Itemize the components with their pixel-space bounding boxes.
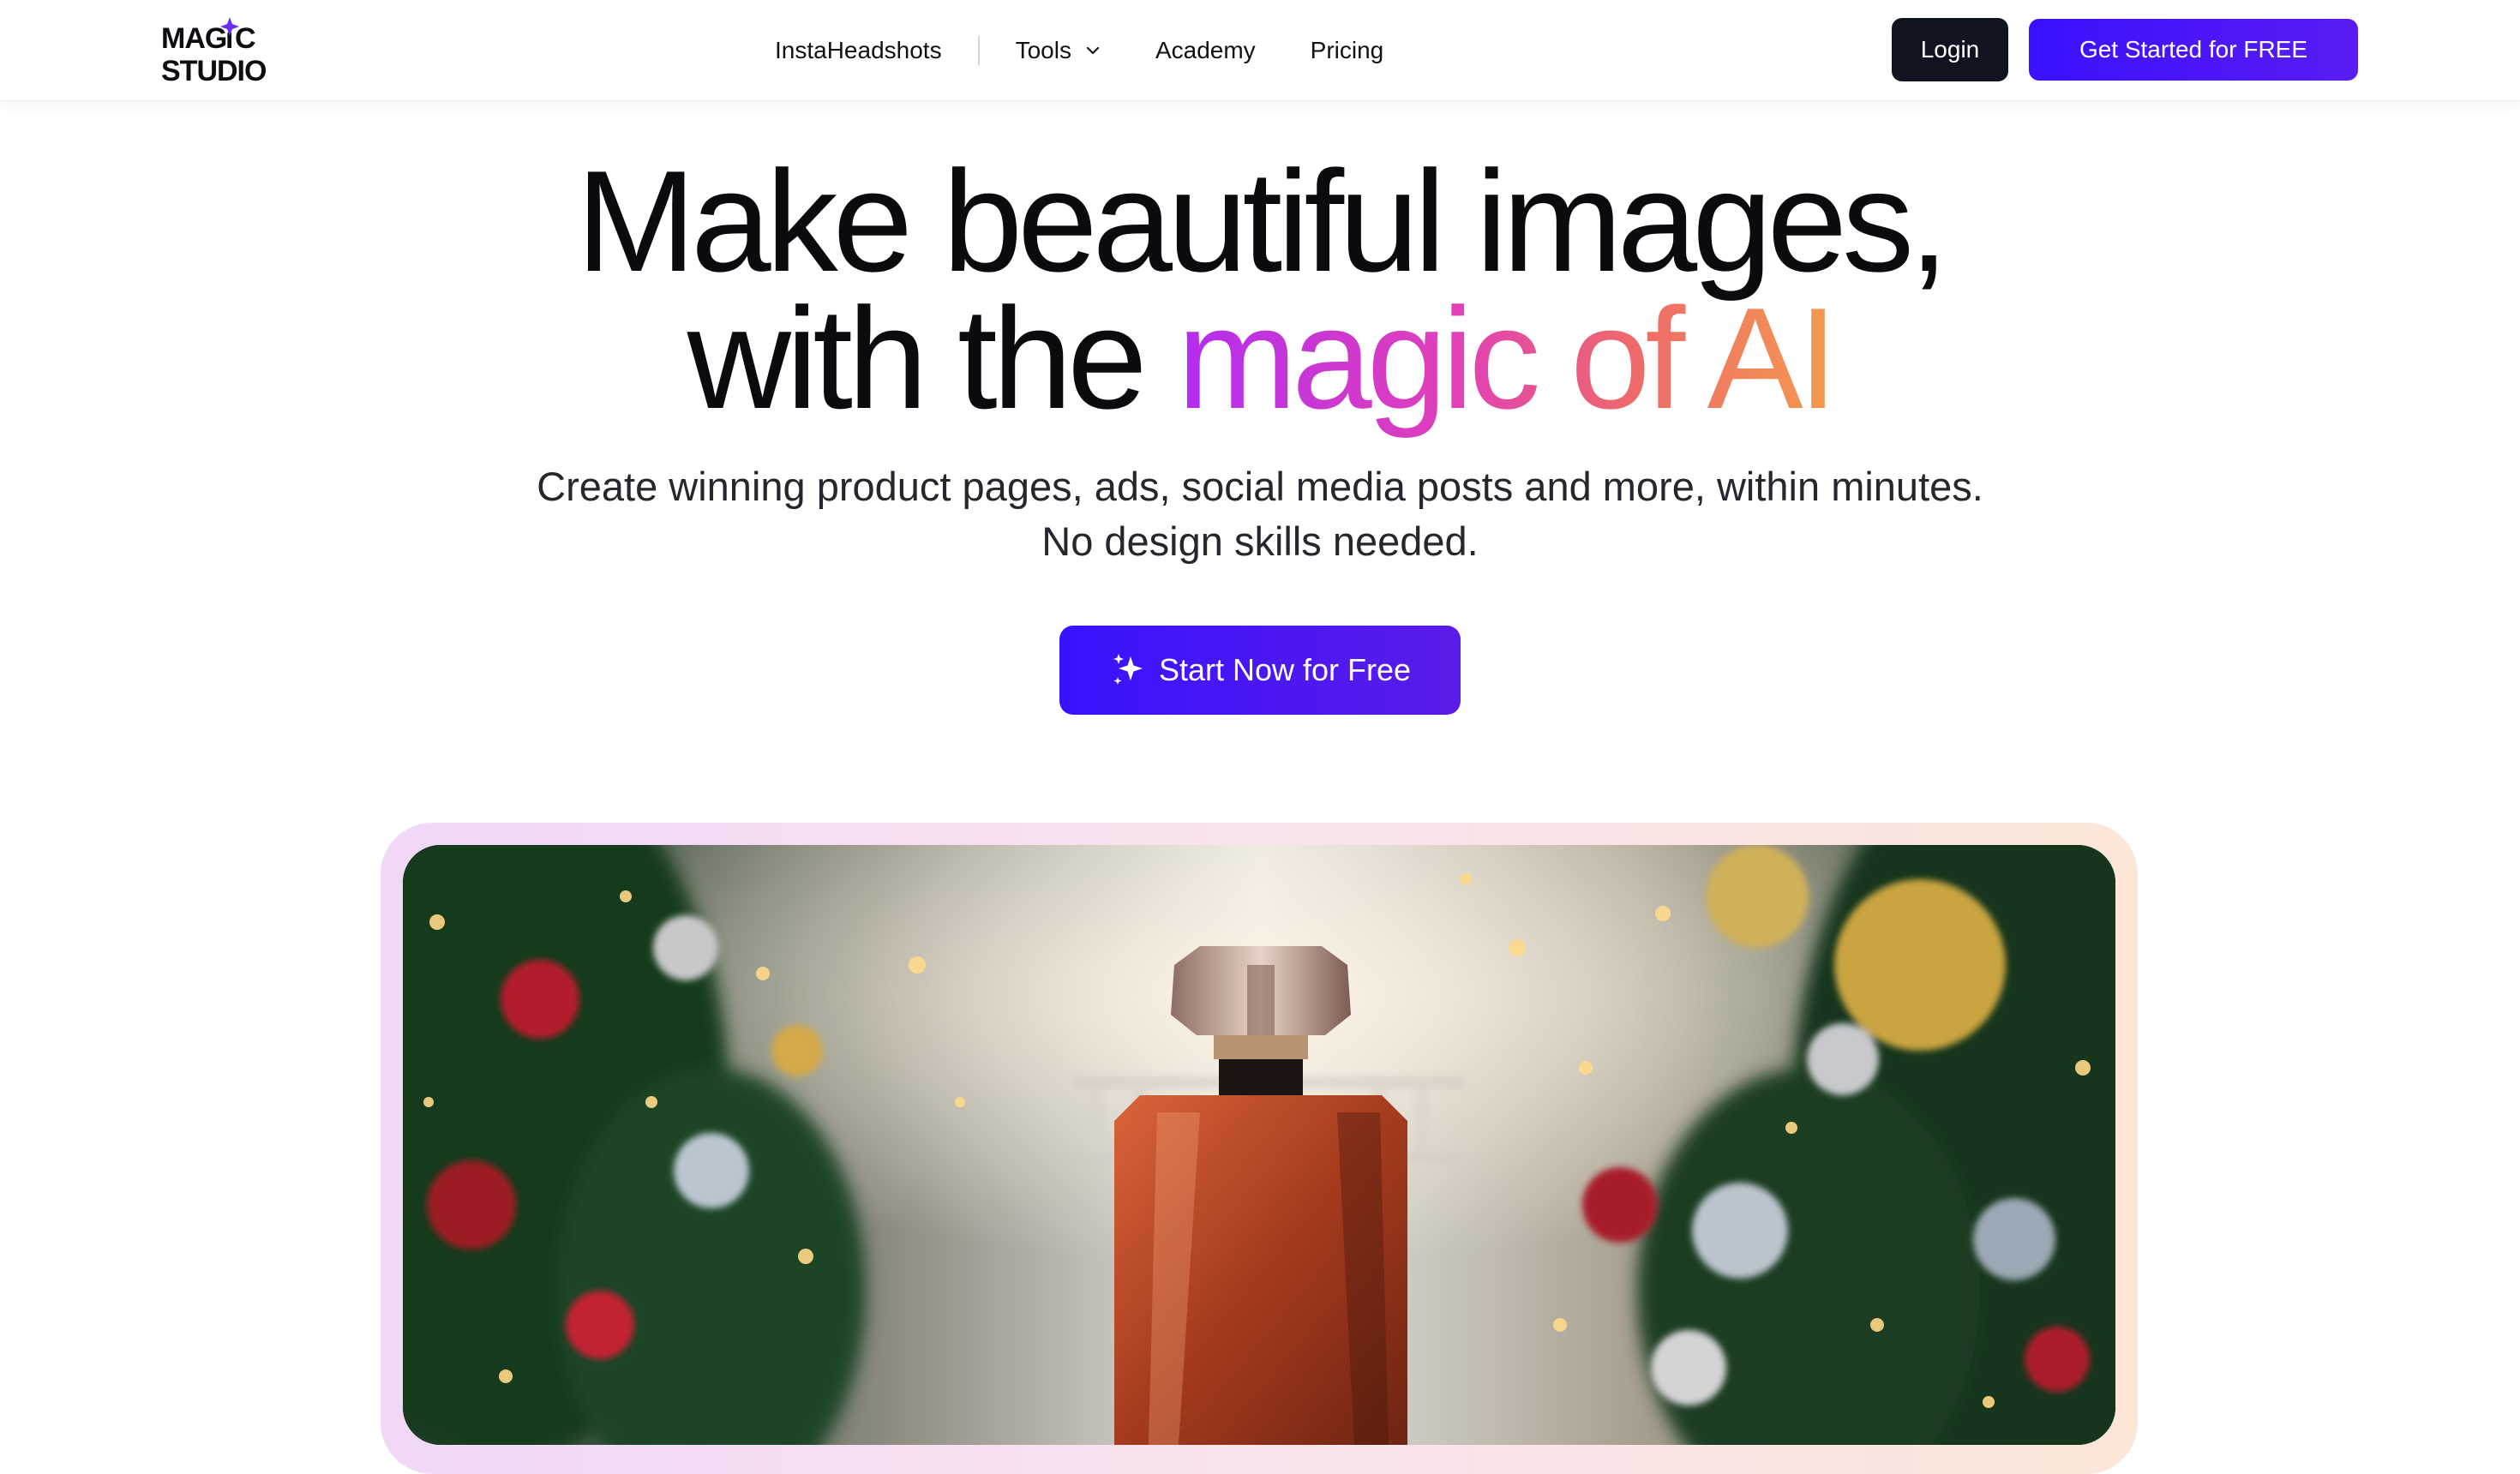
hero-title: Make beautiful images, with the magic of… <box>0 141 2520 430</box>
svg-text:C: C <box>235 22 256 55</box>
hero-subtitle: Create winning product pages, ads, socia… <box>0 459 2520 569</box>
nav-tools-label: Tools <box>1015 37 1071 63</box>
hero-title-highlight: magic of AI <box>1177 278 1838 439</box>
svg-text:MAG: MAG <box>161 22 226 55</box>
hero-title-prefix: with the <box>687 278 1178 439</box>
start-now-label: Start Now for Free <box>1158 652 1412 687</box>
nav-link-pricing[interactable]: Pricing <box>1311 37 1384 64</box>
sparkles-icon <box>1113 654 1143 685</box>
perfume-christmas-scene <box>403 845 2115 1445</box>
top-navbar: MAG i C STUDIO InstaHeadshots Tools Acad… <box>0 0 2520 101</box>
get-started-button[interactable]: Get Started for FREE <box>2029 19 2358 81</box>
nav-link-instaheadshots[interactable]: InstaHeadshots <box>775 37 942 64</box>
start-now-button[interactable]: Start Now for Free <box>1059 626 1461 715</box>
hero-title-line-2: with the magic of AI <box>0 286 2520 430</box>
chevron-down-icon <box>1085 43 1101 58</box>
svg-text:STUDIO: STUDIO <box>161 55 267 86</box>
nav-divider <box>977 36 980 65</box>
hero-subtitle-line-1: Create winning product pages, ads, socia… <box>537 464 1983 509</box>
nav-link-academy[interactable]: Academy <box>1155 37 1256 64</box>
nav-link-tools[interactable]: Tools <box>1016 37 1101 64</box>
logo-mark: MAG i C STUDIO <box>161 17 267 86</box>
main-nav: InstaHeadshots Tools Academy Pricing <box>775 0 1383 101</box>
hero-title-line-1: Make beautiful images, <box>576 141 1949 302</box>
product-showcase-image <box>403 845 2115 1445</box>
hero-subtitle-line-2: No design skills needed. <box>1041 518 1479 564</box>
magic-studio-logo[interactable]: MAG i C STUDIO <box>161 15 273 86</box>
login-button[interactable]: Login <box>1892 18 2008 81</box>
